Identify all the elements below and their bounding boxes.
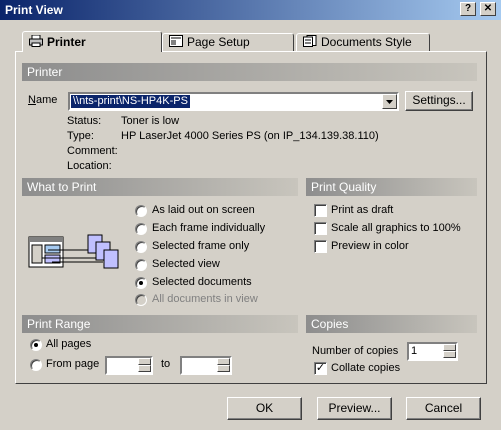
close-button[interactable]: ✕ — [480, 2, 496, 16]
radio-each-frame[interactable] — [135, 223, 147, 235]
scale-graphics-label: Scale all graphics to 100% — [331, 222, 461, 234]
option-selected-frame-label: Selected frame only — [152, 240, 250, 252]
location-label: Location: — [67, 160, 112, 172]
option-selected-documents-label: Selected documents — [152, 276, 252, 288]
copies-stepper[interactable]: 1 — [407, 342, 458, 361]
status-label: Status: — [67, 115, 102, 127]
option-selected-view-label: Selected view — [152, 258, 220, 270]
documents-style-icon — [303, 35, 317, 47]
type-label: Type: — [67, 130, 94, 142]
checkbox-preview-color[interactable] — [314, 240, 327, 253]
printer-icon — [29, 35, 43, 47]
printer-name-value: \\nts-print\NS-HP4K-PS — [71, 95, 190, 108]
chevron-down-icon[interactable] — [382, 94, 397, 109]
tab-page-setup[interactable]: Page Setup — [162, 33, 294, 51]
checkbox-print-as-draft[interactable] — [314, 204, 327, 217]
all-pages-label: All pages — [46, 338, 92, 350]
status-value: Toner is low — [121, 115, 180, 127]
checkbox-collate-copies[interactable]: ✓ — [314, 362, 327, 375]
type-value: HP LaserJet 4000 Series PS (on IP_134.13… — [121, 130, 379, 142]
print-range-header: Print Range — [22, 315, 298, 333]
option-all-documents-label: All documents in view — [152, 293, 258, 305]
number-of-copies-label: Number of copies — [312, 345, 399, 357]
collate-copies-label: Collate copies — [331, 362, 401, 374]
tab-documents-style-label: Documents Style — [321, 35, 412, 49]
checkbox-scale-graphics[interactable] — [314, 222, 327, 235]
from-page-label: From page — [46, 358, 100, 370]
settings-button[interactable]: Settings... — [405, 91, 473, 111]
radio-all-documents — [135, 294, 147, 306]
printer-section-header: Printer — [22, 63, 477, 81]
printer-name-dropdown[interactable]: \\nts-print\NS-HP4K-PS — [68, 92, 399, 111]
option-each-frame-label: Each frame individually — [152, 222, 266, 234]
radio-as-laid-out[interactable] — [135, 205, 147, 217]
ok-button[interactable]: OK — [227, 397, 302, 420]
radio-selected-view[interactable] — [135, 259, 147, 271]
spin-up-icon[interactable] — [217, 358, 230, 365]
what-to-print-header: What to Print — [22, 178, 298, 196]
radio-all-pages[interactable] — [30, 339, 42, 351]
cancel-button[interactable]: Cancel — [406, 397, 481, 420]
comment-label: Comment: — [67, 145, 118, 157]
tab-documents-style[interactable]: Documents Style — [296, 33, 430, 51]
copies-header: Copies — [306, 315, 477, 333]
to-page-stepper[interactable] — [180, 356, 232, 375]
spin-down-icon[interactable] — [138, 365, 151, 372]
spin-down-icon[interactable] — [443, 351, 456, 358]
window-title: Print View — [5, 3, 63, 17]
radio-selected-frame[interactable] — [135, 241, 147, 253]
title-bar[interactable]: Print View ? ✕ — [0, 0, 501, 20]
spin-up-icon[interactable] — [138, 358, 151, 365]
tab-page-setup-label: Page Setup — [187, 35, 250, 49]
to-label: to — [161, 358, 171, 370]
tab-printer[interactable]: Printer — [22, 31, 162, 52]
option-as-laid-out-label: As laid out on screen — [152, 204, 255, 216]
print-quality-header: Print Quality — [306, 178, 477, 196]
preview-button[interactable]: Preview... — [317, 397, 392, 420]
page-setup-icon — [169, 35, 183, 47]
help-button[interactable]: ? — [460, 2, 476, 16]
from-page-stepper[interactable] — [105, 356, 153, 375]
print-as-draft-label: Print as draft — [331, 204, 394, 216]
spin-up-icon[interactable] — [443, 344, 456, 351]
copies-value: 1 — [411, 345, 418, 357]
radio-from-page[interactable] — [30, 359, 42, 371]
frames-illustration-icon — [28, 234, 119, 269]
tab-printer-label: Printer — [47, 35, 86, 49]
spin-down-icon[interactable] — [217, 365, 230, 372]
radio-selected-documents[interactable] — [135, 277, 147, 289]
printer-name-label: Name — [28, 94, 58, 106]
preview-color-label: Preview in color — [331, 240, 409, 252]
